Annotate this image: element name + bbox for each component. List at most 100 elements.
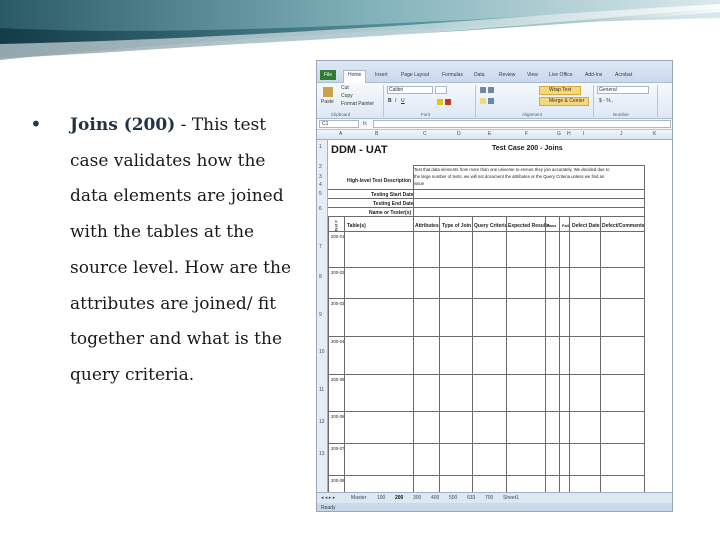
ribbon-separator (593, 85, 594, 117)
header-defect-date: Defect Date (572, 223, 600, 229)
font-size-select[interactable] (435, 86, 447, 94)
test-id: 200-06 (331, 414, 345, 419)
tab-file[interactable]: File (320, 70, 337, 80)
row-header-11[interactable]: 11 (319, 387, 324, 393)
sheet-tab-300[interactable]: 300 (413, 495, 421, 501)
row-header-10[interactable]: 10 (319, 349, 325, 355)
bullet-line-2: case validates how the (70, 150, 266, 171)
column-header-d[interactable]: D (457, 131, 461, 137)
sheet-tab-200[interactable]: 200 (395, 495, 403, 501)
group-number: Number (613, 112, 630, 117)
test-id: 200-03 (331, 301, 345, 306)
sheet-tab-700[interactable]: 700 (485, 495, 493, 501)
bullet-line-7: together and what is the (70, 329, 283, 350)
sheet-tab-master[interactable]: Master (351, 495, 366, 501)
column-header-c[interactable]: C (423, 131, 427, 137)
header-defect-comments: Defect/Comments (602, 223, 645, 229)
column-header-j[interactable]: J (620, 131, 623, 137)
row-header-9[interactable]: 9 (319, 312, 322, 318)
align-left-icon[interactable] (480, 98, 486, 104)
align-middle-icon[interactable] (488, 87, 494, 93)
row-headers: 1 2 3 4 5 6 7 8 9 10 11 12 13 (317, 140, 328, 492)
cut-button[interactable]: Cut (341, 85, 349, 92)
sheet-tab-100[interactable]: 100 (377, 495, 385, 501)
fill-color-icon[interactable] (437, 99, 443, 105)
column-header-i[interactable]: I (583, 131, 584, 137)
bullet-line-1: Joins (200) - This test (70, 108, 300, 144)
format-painter-button[interactable]: Format Painter (341, 101, 374, 108)
tab-formulas[interactable]: Formulas (442, 71, 463, 80)
header-pass: Pass (547, 223, 557, 228)
paste-button[interactable]: Paste (321, 99, 334, 106)
status-bar: Ready (317, 503, 672, 511)
tab-home[interactable]: Home (343, 70, 367, 83)
row-header-12[interactable]: 12 (319, 419, 325, 425)
tab-review[interactable]: Review (499, 71, 515, 80)
column-header-h[interactable]: H (567, 131, 571, 137)
name-box-value: C1 (322, 121, 329, 127)
align-center-icon[interactable] (488, 98, 494, 104)
test-id: 200-08 (331, 478, 345, 483)
currency-icon[interactable]: $ - % , (599, 98, 613, 105)
bullet-icon: • (30, 112, 42, 136)
row-header-7[interactable]: 7 (319, 244, 322, 250)
tab-live-office[interactable]: Live Office (549, 71, 573, 80)
sheet-tab-400[interactable]: 400 (431, 495, 439, 501)
sheet-nav-icon[interactable]: ◂ ◂ ▸ ▸ (321, 495, 335, 501)
row-header-5[interactable]: 5 (319, 191, 322, 197)
test-id: 200-07 (331, 446, 345, 451)
bullet-text: Joins (200) - This test case validates h… (70, 108, 300, 394)
header-swoosh (0, 0, 720, 60)
row-header-4[interactable]: 4 (319, 182, 322, 188)
tab-data[interactable]: Data (474, 71, 485, 80)
align-top-icon[interactable] (480, 87, 486, 93)
bold-icon[interactable]: B (388, 98, 392, 105)
tab-view[interactable]: View (527, 71, 538, 80)
ribbon-tabs: File Home Insert Page Layout Formulas Da… (317, 61, 672, 83)
test-id: 200-05 (331, 377, 345, 382)
copy-button[interactable]: Copy (341, 93, 353, 100)
test-id: 200-01 (331, 234, 345, 239)
row-header-2[interactable]: 2 (319, 164, 322, 170)
sheet-tab-bar: ◂ ◂ ▸ ▸ Master 100 200 300 400 500 633 7… (317, 492, 672, 503)
row-header-3[interactable]: 3 (319, 174, 322, 180)
header-test-number: Test # (333, 220, 339, 232)
bullet-lead-rest: - This test (175, 115, 267, 135)
column-header-b[interactable]: B (375, 131, 378, 137)
font-color-icon[interactable] (445, 99, 451, 105)
fx-icon: fx (363, 121, 367, 127)
bullet-line-6: attributes are joined/ fit (70, 293, 277, 314)
column-header-e[interactable]: E (488, 131, 491, 137)
row-header-8[interactable]: 8 (319, 274, 322, 280)
column-header-k[interactable]: K (653, 131, 656, 137)
excel-screenshot: File Home Insert Page Layout Formulas Da… (316, 60, 673, 512)
column-header-a[interactable]: A (339, 131, 342, 137)
tab-insert[interactable]: Insert (375, 71, 388, 80)
row-header-13[interactable]: 13 (319, 451, 325, 457)
sheet-tab-500[interactable]: 500 (449, 495, 457, 501)
bullet-line-3: data elements are joined (70, 186, 284, 207)
description-line-3: issue (414, 181, 425, 186)
bullet-line-5: source level. How are the (70, 257, 292, 278)
tab-add-ins[interactable]: Add-Ins (585, 71, 602, 80)
tab-page-layout[interactable]: Page Layout (401, 71, 429, 80)
sheet-tab-633[interactable]: 633 (467, 495, 475, 501)
ribbon-separator (475, 85, 476, 117)
column-header-f[interactable]: F (525, 131, 528, 137)
bullet-line-8: query criteria. (70, 364, 195, 385)
paste-icon[interactable] (323, 87, 333, 97)
formula-bar: C1 fx (317, 119, 672, 130)
ribbon-separator (383, 85, 384, 117)
row-header-1[interactable]: 1 (319, 144, 322, 150)
header-tables: Table(s) (347, 223, 366, 229)
sheet-tab-sheet1[interactable]: Sheet1 (503, 495, 519, 501)
header-expected-results: Expected Results (508, 223, 550, 229)
row-header-6[interactable]: 6 (319, 206, 322, 212)
column-header-g[interactable]: G (557, 131, 561, 137)
header-query-criteria: Query Criteria (474, 223, 508, 229)
ribbon-separator (657, 85, 658, 117)
tab-acrobat[interactable]: Acrobat (615, 71, 632, 80)
underline-icon[interactable]: U (401, 98, 405, 105)
italic-icon[interactable]: I (395, 98, 396, 105)
formula-input[interactable] (373, 120, 671, 128)
